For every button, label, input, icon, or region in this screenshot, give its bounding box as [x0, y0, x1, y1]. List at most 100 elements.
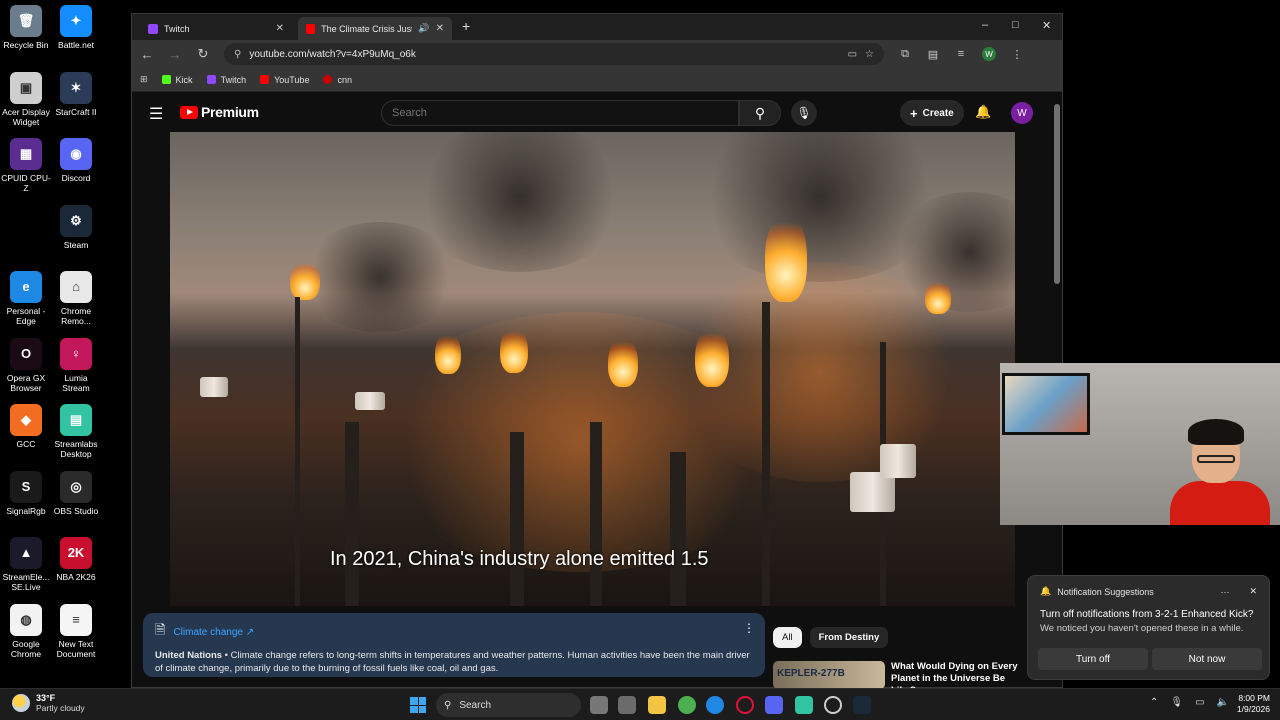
bookmark-cnn[interactable]: cnn: [323, 75, 352, 85]
task-view-icon[interactable]: [590, 696, 608, 714]
opera-gx-icon[interactable]: [736, 696, 754, 714]
close-tab-icon[interactable]: ✕: [276, 23, 284, 34]
desktop-icon-cpuid-cpu-z[interactable]: ▦ CPUID CPU-Z: [1, 138, 51, 193]
sidepanel-icon[interactable]: ▤: [926, 48, 940, 61]
minimize-button[interactable]: –: [982, 19, 988, 31]
video-player[interactable]: In 2021, China's industry alone emitted …: [170, 132, 1015, 606]
search-button[interactable]: ⚲: [739, 100, 781, 126]
chevron-up-icon[interactable]: ⌃: [1150, 697, 1158, 708]
media-controls-icon[interactable]: ≡: [954, 48, 968, 60]
weather-widget[interactable]: 33°F Partly cloudy: [12, 693, 85, 713]
recommended-video[interactable]: KEPLER-277B What Would Dying on Every Pl…: [773, 661, 1023, 689]
desktop-icon-battle-net[interactable]: ✦ Battle.net: [51, 5, 101, 50]
desktop-icon-opera-gx-browser[interactable]: O Opera GX Browser: [1, 337, 51, 393]
topic-link[interactable]: Climate change ↗: [173, 627, 254, 638]
turn-off-button[interactable]: Turn off: [1038, 648, 1148, 670]
desktop-icon-chrome-remo[interactable]: ⌂ Chrome Remo...: [51, 271, 101, 326]
maximize-button[interactable]: □: [1012, 19, 1019, 31]
obs-icon[interactable]: [824, 696, 842, 714]
back-button[interactable]: ←: [140, 47, 154, 62]
desktop-icon-gcc[interactable]: ◆ GCC: [1, 404, 51, 449]
folder-icon[interactable]: [648, 696, 666, 714]
microphone-icon[interactable]: 🎙: [1170, 697, 1183, 708]
taskbar-search[interactable]: ⚲ Search: [436, 693, 581, 717]
site-info-icon[interactable]: ⚲: [234, 49, 241, 60]
not-now-button[interactable]: Not now: [1152, 648, 1262, 670]
tab-twitch[interactable]: Twitch ✕: [140, 17, 292, 40]
recommended-title[interactable]: What Would Dying on Every Planet in the …: [891, 661, 1023, 689]
account-avatar[interactable]: W: [1011, 102, 1033, 124]
flare-flame: [608, 337, 638, 387]
chip-from-destiny[interactable]: From Destiny: [809, 627, 889, 648]
clock[interactable]: 8:00 PM 1/9/2026: [1228, 693, 1270, 715]
reload-button[interactable]: ↻: [196, 46, 210, 62]
apps-grid-icon[interactable]: ⊞: [140, 74, 148, 85]
chrome-icon[interactable]: [678, 696, 696, 714]
hamburger-menu-icon[interactable]: ☰: [149, 104, 163, 124]
desktop-icon-label: OBS Studio: [53, 505, 99, 516]
desktop-icon-personal-edge[interactable]: e Personal - Edge: [1, 271, 51, 326]
forward-button[interactable]: →: [168, 47, 182, 62]
notification-toast: 🔔 Notification Suggestions ··· ✕ Turn of…: [1027, 575, 1270, 680]
taskbar: 33°F Partly cloudy ⚲ Search ⌃ 🎙 ▭ 🔈 8:00…: [0, 688, 1280, 720]
notifications-bell-icon[interactable]: 🔔: [975, 104, 991, 120]
tab-label: Twitch: [164, 23, 190, 34]
chip-all[interactable]: All: [773, 627, 802, 648]
video-thumbnail[interactable]: KEPLER-277B: [773, 661, 885, 689]
bookmark-twitch[interactable]: Twitch: [206, 74, 247, 85]
weather-temp: 33°F: [36, 693, 56, 703]
desktop-icon-label: Streamlabs Desktop: [54, 439, 98, 459]
youtube-logo[interactable]: Premium: [180, 104, 259, 120]
close-tab-icon[interactable]: ✕: [436, 23, 444, 34]
more-options-icon[interactable]: ⋮: [743, 621, 755, 635]
streamlabs-icon[interactable]: [795, 696, 813, 714]
desktop-icon-lumia-stream[interactable]: ♀ Lumia Stream: [51, 337, 101, 393]
bookmark-label: Kick: [175, 74, 193, 85]
edge-icon[interactable]: [706, 696, 724, 714]
chrome-menu-icon[interactable]: ⋮: [1010, 48, 1024, 61]
desktop-icon-label: Lumia Stream: [62, 372, 90, 393]
page-scrollbar[interactable]: [1054, 104, 1060, 284]
desktop-icon-google-chrome[interactable]: ◍ Google Chrome: [1, 603, 51, 659]
start-button[interactable]: [410, 697, 426, 713]
bookmark-star-icon[interactable]: ☆: [865, 49, 874, 60]
close-window-button[interactable]: ✕: [1042, 19, 1051, 32]
desktop-icon-steam[interactable]: ⚙ Steam: [51, 204, 101, 250]
bookmark-kick[interactable]: Kick: [161, 74, 193, 85]
voice-search-button[interactable]: 🎙: [791, 100, 817, 126]
steam-icon[interactable]: [853, 696, 871, 714]
smokestack: [295, 297, 300, 606]
desktop-icon-label: Acer Display Widget: [2, 106, 50, 127]
cast-icon[interactable]: ▭: [848, 49, 857, 60]
desktop-icon-streamele-se-live[interactable]: ▲ StreamEle... SE.Live: [1, 537, 51, 592]
desktop-icon-starcraft-ii[interactable]: ✶ StarCraft II: [51, 71, 101, 117]
desktop-icon-acer-display-widget[interactable]: ▣ Acer Display Widget: [1, 71, 51, 127]
file-explorer-icon[interactable]: [618, 696, 636, 714]
twitch-icon: [206, 75, 216, 84]
network-icon[interactable]: ▭: [1195, 697, 1204, 708]
address-bar[interactable]: ⚲ youtube.com/watch?v=4xP9uMq_o6k ▭ ☆: [224, 43, 884, 65]
discord-icon[interactable]: [765, 696, 783, 714]
desktop-icon-streamlabs-desktop[interactable]: ▤ Streamlabs Desktop: [51, 404, 101, 459]
search-input[interactable]: [381, 100, 739, 126]
extensions-icon[interactable]: ⧉: [898, 48, 912, 61]
bookmark-youtube[interactable]: YouTube: [260, 75, 309, 85]
more-options-icon[interactable]: ···: [1220, 587, 1229, 597]
bookmark-label: Twitch: [220, 74, 247, 85]
desktop-icon-discord[interactable]: ◉ Discord: [51, 138, 101, 183]
tab-youtube-video[interactable]: The Climate Crisis Just Hit a 🔊 ✕: [298, 17, 452, 40]
desktop-icon-obs-studio[interactable]: ◎ OBS Studio: [51, 470, 101, 516]
app-icon: ◆: [10, 404, 42, 436]
app-icon: ♀: [60, 337, 92, 370]
desktop-icon-signalrgb[interactable]: S SignalRgb: [1, 470, 51, 516]
close-icon[interactable]: ✕: [1249, 586, 1257, 597]
desktop-icon-nba-2k26[interactable]: 2K NBA 2K26: [51, 537, 101, 582]
create-button[interactable]: + Create: [900, 100, 964, 126]
smokestack: [345, 422, 359, 606]
desktop-icon-recycle-bin[interactable]: 🗑 Recycle Bin: [1, 5, 51, 50]
new-tab-button[interactable]: +: [462, 18, 470, 34]
desktop-icon-new-text-document[interactable]: ≡ New Text Document: [51, 603, 101, 659]
speaker-icon[interactable]: 🔊: [418, 23, 429, 34]
desktop-icon-label: Opera GX Browser: [6, 372, 46, 393]
profile-avatar[interactable]: W: [982, 47, 996, 61]
